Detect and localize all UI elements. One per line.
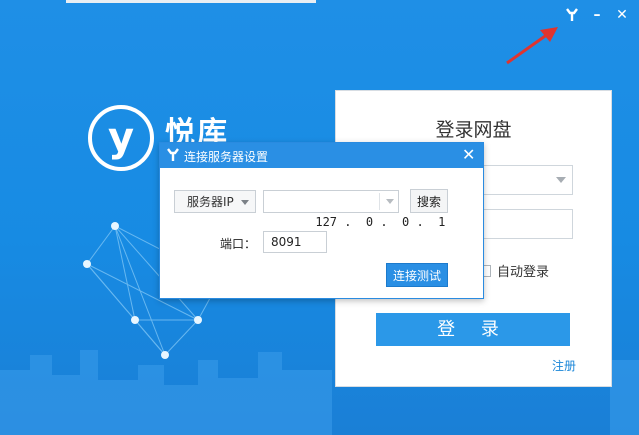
server-select[interactable] bbox=[479, 165, 573, 195]
minimize-button[interactable]: – bbox=[588, 6, 606, 24]
ip-address-value: 127 . 0 . 0 . 1 bbox=[315, 215, 446, 229]
server-settings-dialog: 连接服务器设置 ✕ 服务器IP 127 . 0 . 0 . 1 搜索 端口： 8… bbox=[159, 142, 484, 299]
chevron-down-icon bbox=[241, 200, 249, 205]
server-type-value: 服务器IP bbox=[187, 195, 234, 209]
login-title: 登录网盘 bbox=[435, 119, 512, 141]
brand-logo-icon: y bbox=[88, 105, 154, 171]
dialog-titlebar[interactable]: 连接服务器设置 ✕ bbox=[160, 143, 483, 168]
dialog-close-button[interactable]: ✕ bbox=[462, 145, 475, 164]
logo-letter: y bbox=[108, 115, 134, 161]
app-window: y 悦库 – ✕ 登录网盘 自动登录 登 录 注册 连接服务器设置 ✕ 服务器I… bbox=[0, 0, 639, 435]
port-input[interactable]: 8091 bbox=[263, 231, 327, 253]
login-button[interactable]: 登 录 bbox=[376, 313, 570, 346]
chevron-down-icon[interactable] bbox=[386, 199, 394, 204]
register-link[interactable]: 注册 bbox=[552, 357, 576, 374]
dialog-title: 连接服务器设置 bbox=[184, 150, 269, 164]
auto-login-label: 自动登录 bbox=[497, 265, 550, 280]
auto-login-option[interactable]: 自动登录 bbox=[479, 261, 549, 280]
port-label: 端口： bbox=[220, 237, 257, 251]
close-window-button[interactable]: ✕ bbox=[613, 6, 631, 24]
ip-address-input[interactable]: 127 . 0 . 0 . 1 bbox=[263, 190, 445, 229]
connection-test-button[interactable]: 连接测试 bbox=[386, 263, 448, 287]
chevron-down-icon bbox=[556, 177, 566, 183]
top-strip bbox=[66, 0, 316, 3]
wrench-icon bbox=[167, 148, 179, 161]
password-input[interactable] bbox=[479, 209, 573, 239]
server-type-select[interactable]: 服务器IP bbox=[174, 190, 256, 213]
search-button[interactable]: 搜索 bbox=[410, 189, 448, 213]
wrench-icon[interactable] bbox=[563, 6, 581, 24]
divider bbox=[379, 193, 380, 210]
